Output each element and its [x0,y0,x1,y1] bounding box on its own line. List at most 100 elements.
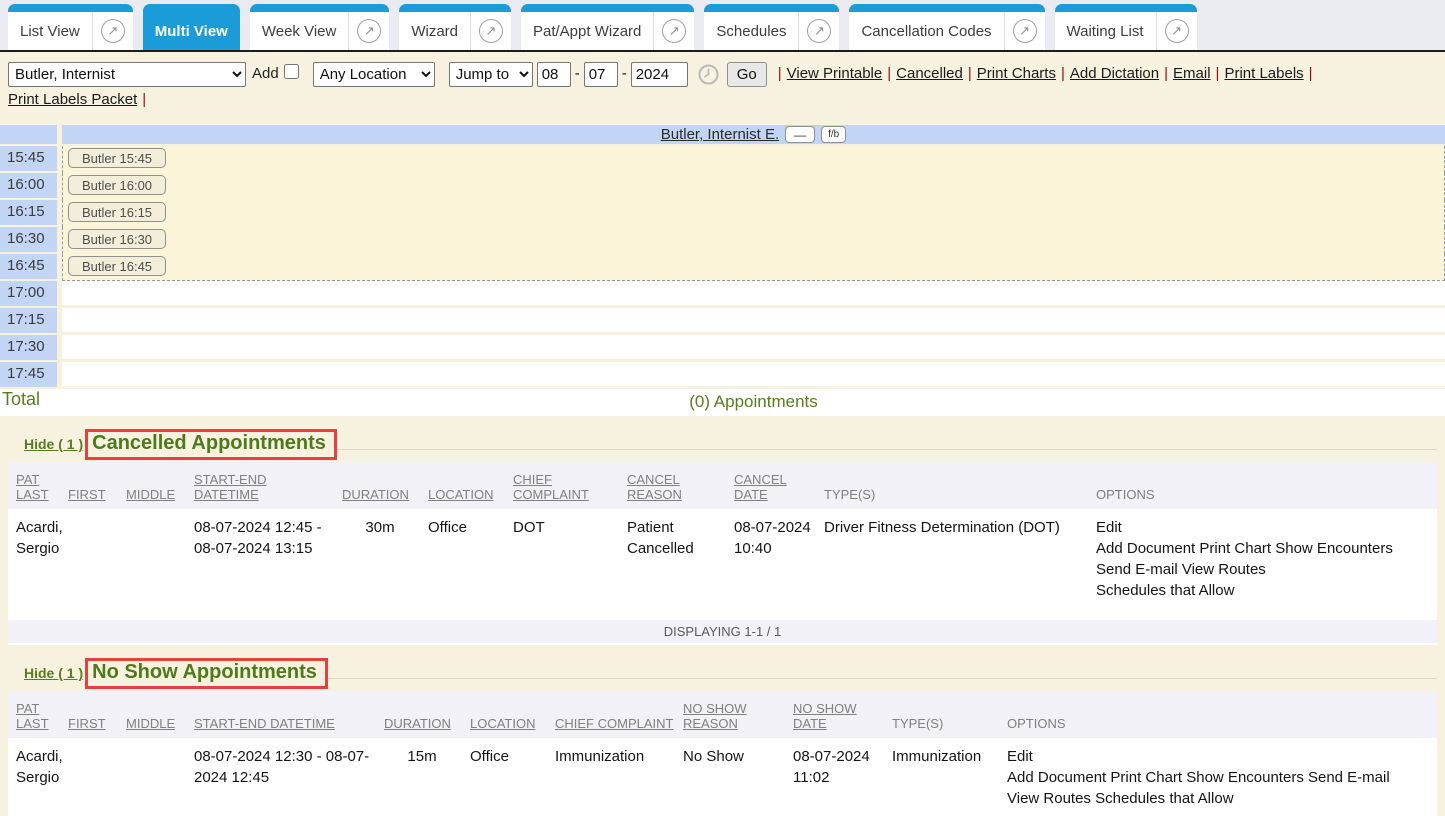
provider-header-link[interactable]: Butler, Internist E. [661,126,779,143]
col-pat-last[interactable]: PAT LAST [8,462,68,509]
slot-cell[interactable]: Butler 15:45 [62,146,1445,173]
no-show-hide-link[interactable]: Hide ( 1 ) [24,665,83,681]
col-cancel-date[interactable]: CANCEL DATE [734,462,824,509]
cancelled-displaying-count: DISPLAYING 1-1 / 1 [8,617,1437,645]
open-new-window-icon[interactable]: ↗ [1013,19,1037,43]
col-duration[interactable]: DURATION [342,462,428,509]
jump-to-select[interactable]: Jump to [449,62,533,87]
location-select[interactable]: Any Location [313,62,435,87]
col-start-end[interactable]: START-END DATETIME [194,462,342,509]
open-new-window-icon[interactable]: ↗ [479,19,503,43]
col-types: TYPE(S) [892,691,1007,738]
date-day-input[interactable] [584,62,618,87]
open-new-window-icon[interactable]: ↗ [357,19,381,43]
col-middle[interactable]: MIDDLE [126,462,194,509]
link-print-charts[interactable]: Print Charts [977,61,1056,87]
slot-button[interactable]: Butler 16:00 [68,175,166,195]
option-line[interactable]: Edit [1007,746,1427,767]
col-pat-last[interactable]: PAT LAST [8,691,68,738]
option-line[interactable]: Send E-mail View Routes [1096,559,1427,580]
time-label: 17:15 [0,308,57,333]
col-duration[interactable]: DURATION [384,691,470,738]
col-options: OPTIONS [1096,462,1437,509]
slot-button[interactable]: Butler 16:45 [68,256,166,276]
option-line[interactable]: Add Document Print Chart Show Encounters [1096,538,1427,559]
tab-waiting-list[interactable]: Waiting List ↗ [1055,4,1197,50]
time-label: 15:45 [0,146,57,171]
option-line[interactable]: View Routes Schedules that Allow [1007,788,1427,809]
col-chief-complaint[interactable]: CHIEF COMPLAINT [513,462,627,509]
tab-list-view[interactable]: List View ↗ [8,4,133,50]
cancelled-hide-link[interactable]: Hide ( 1 ) [24,436,83,452]
date-year-input[interactable] [631,62,688,87]
cancelled-appointments-table: PAT LAST FIRST MIDDLE START-END DATETIME… [8,462,1437,617]
slot-cell[interactable]: Butler 16:45 [62,254,1445,281]
cell-location: Office [428,509,513,617]
open-new-window-icon[interactable]: ↗ [101,19,125,43]
total-label: Total [0,389,57,416]
col-start-end[interactable]: START-END DATETIME [194,691,384,738]
add-checkbox[interactable] [284,64,299,79]
col-cancel-reason[interactable]: CANCEL REASON [627,462,734,509]
col-types: TYPE(S) [824,462,1096,509]
empty-slot-cell[interactable] [62,362,1445,389]
cell-options: Edit Add Document Print Chart Show Encou… [1096,509,1437,617]
slot-button[interactable]: Butler 16:15 [68,202,166,222]
tab-wizard[interactable]: Wizard ↗ [399,4,511,50]
annotation-box: Cancelled Appointments [85,429,337,460]
cell-cancel-reason: Patient Cancelled [627,509,734,617]
col-middle[interactable]: MIDDLE [126,691,194,738]
go-button[interactable]: Go [727,62,767,87]
open-new-window-icon[interactable]: ↗ [662,19,686,43]
cell-options: Edit Add Document Print Chart Show Encou… [1007,738,1437,816]
time-label: 16:30 [0,227,57,252]
empty-slot-cell[interactable] [62,335,1445,362]
col-location[interactable]: LOCATION [428,462,513,509]
empty-slot-cell[interactable] [62,308,1445,335]
time-label: 17:45 [0,362,57,387]
time-label: 16:15 [0,200,57,225]
date-month-input[interactable] [537,62,571,87]
option-line[interactable]: Edit [1096,517,1427,538]
fb-button[interactable]: f/b [821,126,846,143]
link-print-labels[interactable]: Print Labels [1224,61,1303,87]
collapse-column-button[interactable]: — [785,126,815,143]
col-first[interactable]: FIRST [68,462,126,509]
slot-button[interactable]: Butler 16:30 [68,229,166,249]
slot-cell[interactable]: Butler 16:30 [62,227,1445,254]
link-print-labels-packet[interactable]: Print Labels Packet [8,87,137,113]
option-line[interactable]: Add Document Print Chart Show Encounters… [1007,767,1427,788]
slot-cell[interactable]: Butler 16:15 [62,200,1445,227]
grid-corner [0,125,57,144]
cancelled-section-title: Cancelled Appointments [92,432,326,454]
tab-schedules[interactable]: Schedules ↗ [704,4,839,50]
tab-pat-appt-wizard[interactable]: Pat/Appt Wizard ↗ [521,4,694,50]
link-view-printable[interactable]: View Printable [787,61,883,87]
link-cancelled[interactable]: Cancelled [896,61,963,87]
cell-duration: 30m [342,509,428,617]
no-show-appointments-table: PAT LAST FIRST MIDDLE START-END DATETIME… [8,691,1437,816]
link-add-dictation[interactable]: Add Dictation [1070,61,1159,87]
col-first[interactable]: FIRST [68,691,126,738]
option-line[interactable]: Schedules that Allow [1096,580,1427,601]
open-new-window-icon[interactable]: ↗ [807,19,831,43]
tab-multi-view[interactable]: Multi View [143,4,240,50]
col-no-show-reason[interactable]: NO SHOW REASON [683,691,793,738]
provider-column-header: Butler, Internist E. — f/b [62,125,1445,144]
slot-button[interactable]: Butler 15:45 [68,148,166,168]
no-show-section-title: No Show Appointments [92,661,317,683]
tab-cancellation-codes[interactable]: Cancellation Codes ↗ [849,4,1044,50]
col-chief-complaint[interactable]: CHIEF COMPLAINT [555,691,683,738]
no-show-appointments-section: Hide ( 1 ) No Show Appointments PAT LAST… [8,655,1437,816]
col-location[interactable]: LOCATION [470,691,555,738]
link-email[interactable]: Email [1173,61,1211,87]
clock-icon[interactable] [698,64,719,85]
time-label: 16:45 [0,254,57,279]
add-label: Add [252,61,279,87]
col-no-show-date[interactable]: NO SHOW DATE [793,691,892,738]
provider-select[interactable]: Butler, Internist [8,62,246,87]
empty-slot-cell[interactable] [62,281,1445,308]
slot-cell[interactable]: Butler 16:00 [62,173,1445,200]
tab-week-view[interactable]: Week View ↗ [250,4,389,50]
open-new-window-icon[interactable]: ↗ [1165,19,1189,43]
